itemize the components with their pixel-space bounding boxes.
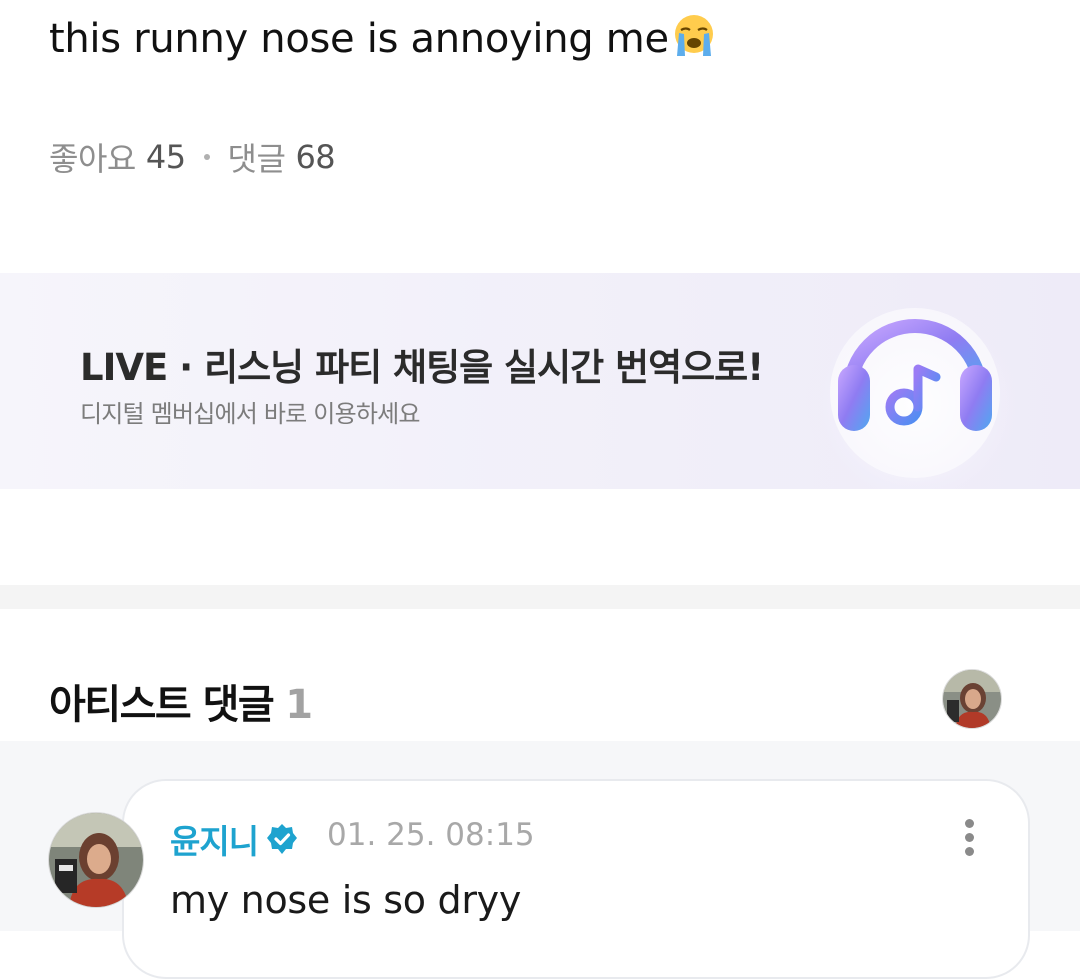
comment-author-name: 윤지니	[170, 822, 259, 861]
comment-author[interactable]: 윤지니	[170, 815, 298, 863]
artist-comments-title: 아티스트 댓글	[49, 682, 275, 728]
artist-comments-heading: 아티스트 댓글 1	[49, 672, 313, 730]
post-text: this runny nose is annoying me	[49, 16, 669, 62]
loudly-crying-face-icon	[674, 15, 713, 56]
likes-count: 45	[145, 138, 186, 176]
comment-text: my nose is so dryy	[170, 878, 522, 922]
separator-dot	[203, 154, 210, 160]
avatar-image	[943, 670, 1001, 728]
comment-author-avatar[interactable]	[48, 812, 144, 908]
promo-banner[interactable]: LIVE · 리스닝 파티 채팅을 실시간 번역으로! 디지털 멤버십에서 바로…	[0, 273, 1080, 489]
comment-timestamp: 01. 25. 08:15	[327, 817, 535, 853]
artist-avatar[interactable]	[942, 669, 1002, 729]
more-options-icon[interactable]	[952, 815, 988, 859]
likes-label[interactable]: 좋아요	[49, 134, 136, 180]
post-stats: 좋아요 45 댓글 68	[49, 134, 336, 180]
section-divider	[0, 585, 1080, 609]
comments-label[interactable]: 댓글	[228, 134, 286, 180]
comments-count: 68	[295, 138, 336, 176]
promo-subtitle: 디지털 멤버십에서 바로 이용하세요	[80, 400, 420, 428]
artist-comments-count: 1	[285, 682, 313, 728]
post-text-container: this runny nose is annoying me	[49, 12, 717, 62]
verified-badge-icon	[267, 824, 298, 854]
avatar-image	[49, 813, 143, 907]
promo-title: LIVE · 리스닝 파티 채팅을 실시간 번역으로!	[80, 346, 764, 389]
headphones-music-icon	[805, 283, 1025, 489]
